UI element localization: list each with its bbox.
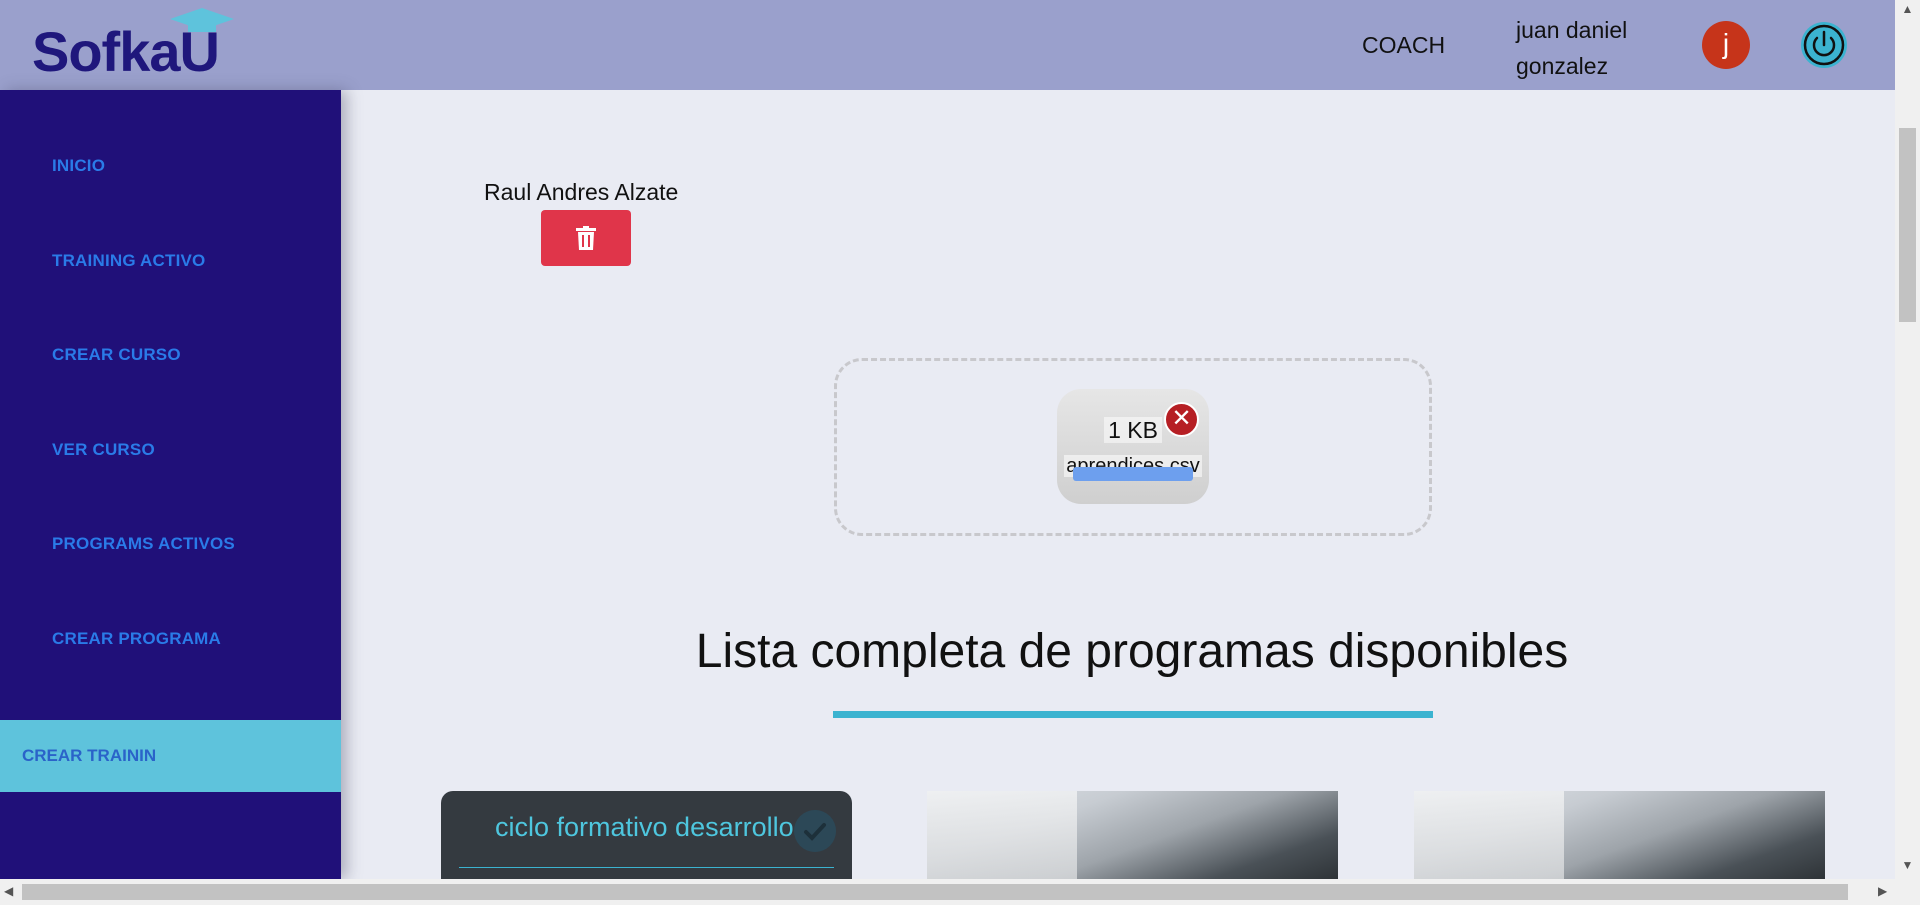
card-image [927, 791, 1077, 881]
trash-icon [576, 226, 596, 250]
sidebar-item-inicio[interactable]: INICIO [52, 156, 105, 176]
scroll-up-icon[interactable]: ▲ [1895, 2, 1920, 16]
horizontal-scrollbar[interactable]: ◀ ▶ [0, 879, 1895, 905]
close-icon[interactable]: ✕ [1164, 402, 1199, 437]
file-size: 1 KB [1104, 417, 1162, 443]
scroll-left-icon[interactable]: ◀ [4, 884, 13, 898]
vertical-scrollbar[interactable]: ▲ ▼ [1895, 0, 1920, 879]
title-underline [833, 711, 1433, 718]
graduation-cap-icon [170, 8, 234, 32]
vertical-scroll-thumb[interactable] [1899, 128, 1916, 322]
sidebar-item-crear-curso[interactable]: CREAR CURSO [52, 345, 181, 365]
sidebar-item-ver-curso[interactable]: VER CURSO [52, 440, 155, 460]
program-card[interactable] [1414, 791, 1825, 881]
power-icon[interactable] [1800, 21, 1848, 69]
sidebar-item-programs-activos[interactable]: PROGRAMS ACTIVOS [52, 534, 235, 554]
scrollbar-corner [1895, 879, 1920, 905]
horizontal-scroll-thumb[interactable] [22, 884, 1848, 900]
sidebar-item-training-activo[interactable]: TRAINING ACTIVO [52, 251, 205, 271]
check-icon[interactable] [794, 810, 836, 852]
scroll-right-icon[interactable]: ▶ [1878, 884, 1887, 898]
sidebar: INICIO TRAINING ACTIVO CREAR CURSO VER C… [0, 90, 341, 879]
section-title: Lista completa de programas disponibles [695, 625, 1569, 678]
avatar[interactable]: j [1702, 21, 1750, 69]
user-role: COACH [1362, 32, 1446, 58]
sidebar-item-label: CREAR TRAININ [22, 746, 157, 765]
student-name: Raul Andres Alzate [484, 179, 679, 205]
sidebar-item-crear-programa[interactable]: CREAR PROGRAMA [52, 629, 221, 649]
card-image [1414, 791, 1564, 881]
program-card-title: ciclo formativo desarrollo [495, 812, 794, 842]
top-header: SofkaU COACH juan daniel gonzalez j [0, 0, 1895, 90]
card-divider [459, 867, 834, 868]
program-card[interactable] [927, 791, 1338, 881]
sofkau-logo[interactable]: SofkaU [30, 8, 240, 80]
sidebar-item-crear-trainin[interactable]: CREAR TRAININ [0, 720, 341, 792]
program-card[interactable]: ciclo formativo desarrollo [441, 791, 852, 881]
scroll-down-icon[interactable]: ▼ [1895, 858, 1920, 872]
user-name: juan daniel gonzalez [1516, 17, 1628, 79]
upload-progress-bar [1073, 467, 1193, 481]
delete-student-button[interactable] [541, 210, 631, 266]
